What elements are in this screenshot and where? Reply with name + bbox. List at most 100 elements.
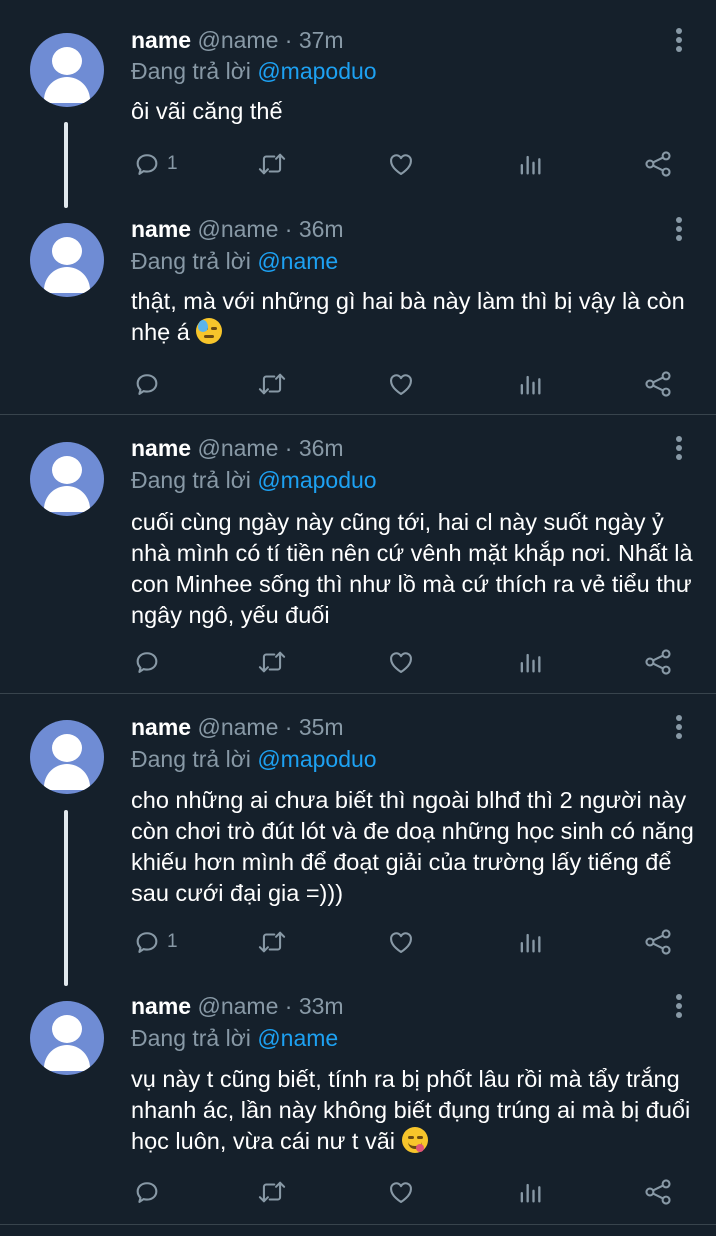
analytics-icon (516, 370, 544, 398)
retweet-icon (257, 1178, 287, 1206)
avatar[interactable] (30, 1001, 104, 1075)
like-button[interactable] (387, 927, 415, 957)
tweet[interactable]: name @name · 36m Đang trả lời @mapoduo c… (0, 415, 716, 693)
timestamp[interactable]: · 36m (285, 216, 344, 242)
sweat-face-icon (196, 318, 223, 344)
share-icon (643, 648, 673, 676)
more-options-icon[interactable] (671, 712, 687, 742)
like-icon (387, 150, 415, 178)
tweet-text: cuối cùng ngày này cũng tới, hai cl này … (131, 507, 701, 631)
handle[interactable]: @name (197, 27, 278, 53)
more-options-icon[interactable] (671, 433, 687, 463)
like-button[interactable] (387, 369, 415, 399)
mention-link[interactable]: @mapoduo (257, 746, 376, 772)
share-icon (643, 1178, 673, 1206)
tweet-header: name @name · 36m (131, 214, 344, 244)
display-name[interactable]: name (131, 216, 191, 242)
display-name[interactable]: name (131, 714, 191, 740)
handle[interactable]: @name (197, 435, 278, 461)
stats-button[interactable] (516, 647, 544, 677)
share-button[interactable] (643, 927, 673, 957)
retweet-button[interactable] (257, 369, 287, 399)
replying-to: Đang trả lời @mapoduo (131, 744, 377, 774)
share-button[interactable] (643, 647, 673, 677)
display-name[interactable]: name (131, 993, 191, 1019)
reply-button[interactable] (133, 1177, 167, 1207)
more-options-icon[interactable] (671, 991, 687, 1021)
timestamp[interactable]: · 36m (285, 435, 344, 461)
avatar[interactable] (30, 33, 104, 107)
retweet-icon (257, 370, 287, 398)
retweet-button[interactable] (257, 647, 287, 677)
analytics-icon (516, 150, 544, 178)
handle[interactable]: @name (197, 993, 278, 1019)
share-button[interactable] (643, 1177, 673, 1207)
reply-button[interactable] (133, 369, 167, 399)
tweet-text: cho những ai chưa biết thì ngoài blhđ th… (131, 785, 701, 909)
replying-to-label: Đang trả lời (131, 1025, 251, 1051)
yum-face-icon (401, 1127, 428, 1153)
reply-button[interactable] (133, 647, 167, 677)
like-button[interactable] (387, 647, 415, 677)
action-bar (0, 369, 716, 399)
timestamp[interactable]: · 35m (285, 714, 344, 740)
like-icon (387, 648, 415, 676)
share-button[interactable] (643, 369, 673, 399)
retweet-button[interactable] (257, 1177, 287, 1207)
stats-button[interactable] (516, 369, 544, 399)
like-button[interactable] (387, 1177, 415, 1207)
reply-icon (133, 370, 161, 398)
replying-to-label: Đang trả lời (131, 746, 251, 772)
like-icon (387, 370, 415, 398)
replying-to-label: Đang trả lời (131, 248, 251, 274)
mention-link[interactable]: @name (257, 1025, 338, 1051)
like-icon (387, 928, 415, 956)
like-button[interactable] (387, 149, 415, 179)
analytics-icon (516, 928, 544, 956)
stats-button[interactable] (516, 149, 544, 179)
reply-icon (133, 1178, 161, 1206)
like-icon (387, 1178, 415, 1206)
share-icon (643, 150, 673, 178)
analytics-icon (516, 648, 544, 676)
display-name[interactable]: name (131, 27, 191, 53)
stats-button[interactable] (516, 927, 544, 957)
replying-to: Đang trả lời @mapoduo (131, 465, 377, 495)
more-options-icon[interactable] (671, 214, 687, 244)
tweet-text-content: cho những ai chưa biết thì ngoài blhđ th… (131, 787, 694, 906)
tweet-header: name @name · 36m (131, 433, 344, 463)
tweet-header: name @name · 35m (131, 712, 344, 742)
more-options-icon[interactable] (671, 25, 687, 55)
reply-button[interactable]: 1 (133, 149, 178, 179)
share-icon (643, 928, 673, 956)
avatar[interactable] (30, 223, 104, 297)
tweet[interactable]: name @name · 33m Đang trả lời @name vụ n… (0, 972, 716, 1224)
reply-icon (133, 648, 161, 676)
reply-count: 1 (167, 153, 178, 174)
mention-link[interactable]: @name (257, 248, 338, 274)
tweet-text-content: ôi vãi căng thế (131, 98, 283, 124)
action-bar: 1 (0, 927, 716, 957)
handle[interactable]: @name (197, 216, 278, 242)
share-button[interactable] (643, 149, 673, 179)
retweet-icon (257, 928, 287, 956)
handle[interactable]: @name (197, 714, 278, 740)
tweet[interactable]: name @name · 35m Đang trả lời @mapoduo c… (0, 694, 716, 986)
retweet-button[interactable] (257, 927, 287, 957)
tweet-header: name @name · 37m (131, 25, 344, 55)
display-name[interactable]: name (131, 435, 191, 461)
avatar[interactable] (30, 720, 104, 794)
tweet-text: vụ này t cũng biết, tính ra bị phốt lâu … (131, 1064, 701, 1157)
tweet[interactable]: name @name · 36m Đang trả lời @name thật… (0, 206, 716, 414)
retweet-button[interactable] (257, 149, 287, 179)
action-bar (0, 1177, 716, 1207)
tweet-text: ôi vãi căng thế (131, 96, 701, 127)
timestamp[interactable]: · 33m (285, 993, 344, 1019)
avatar[interactable] (30, 442, 104, 516)
stats-button[interactable] (516, 1177, 544, 1207)
reply-button[interactable]: 1 (133, 927, 178, 957)
mention-link[interactable]: @mapoduo (257, 467, 376, 493)
tweet[interactable]: name @name · 37m Đang trả lời @mapoduo ô… (0, 0, 716, 208)
timestamp[interactable]: · 37m (285, 27, 344, 53)
mention-link[interactable]: @mapoduo (257, 58, 376, 84)
